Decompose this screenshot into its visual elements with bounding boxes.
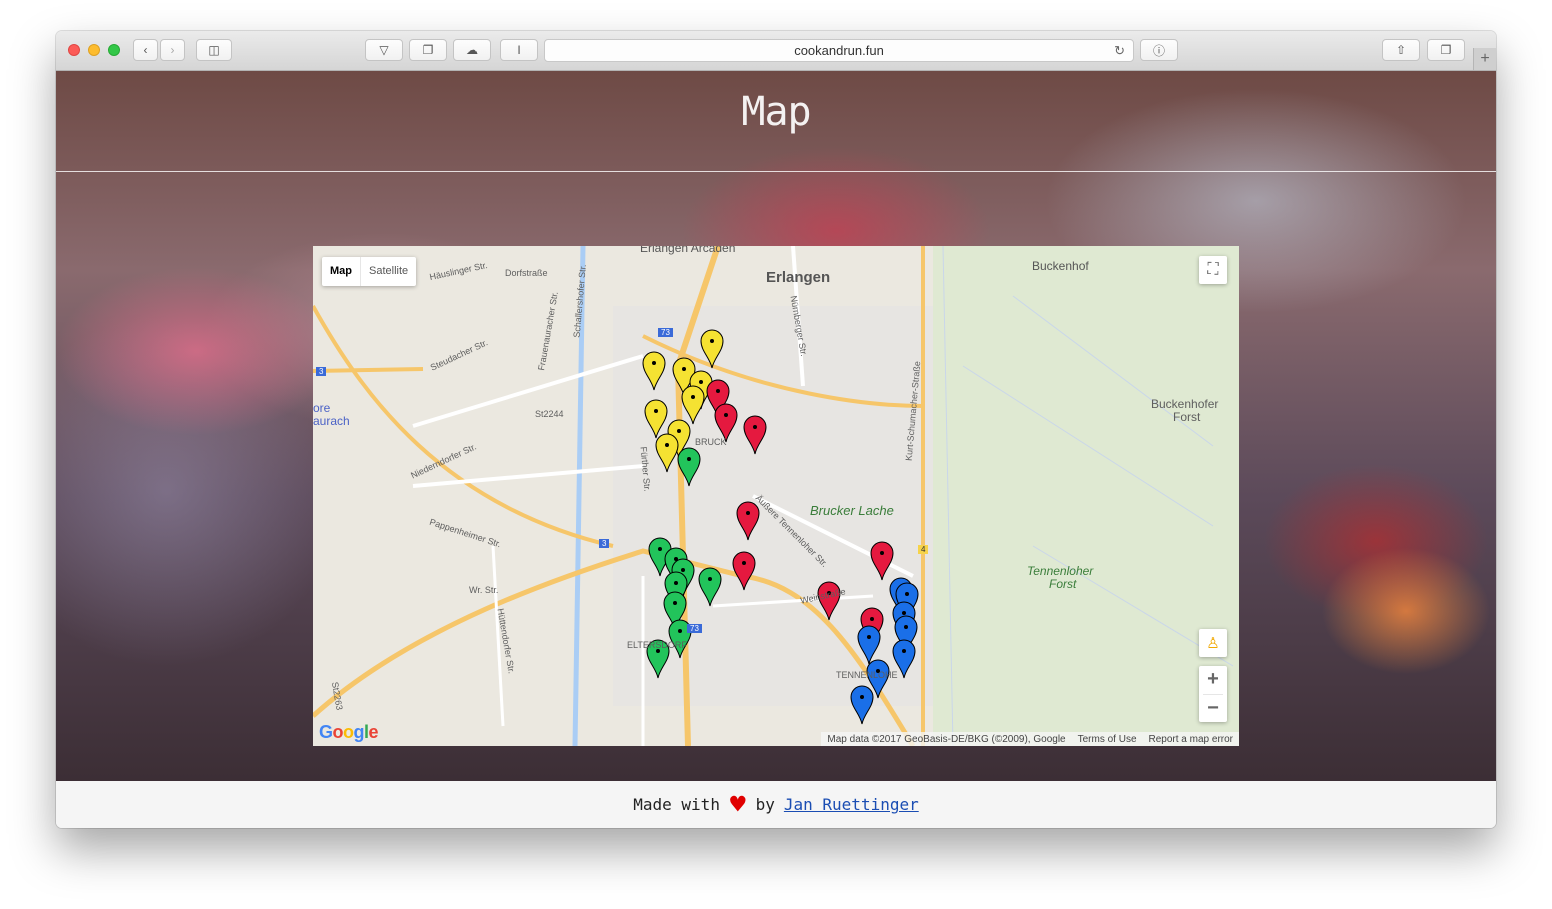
map-label-brucker-lache: Brucker Lache (810, 503, 894, 518)
map-label-a3-center: 3 (599, 539, 610, 548)
plus-icon: + (1207, 668, 1219, 691)
map-type-satellite-button[interactable]: Satellite (361, 257, 416, 286)
minimize-window-button[interactable] (88, 44, 100, 56)
address-bar[interactable]: cookandrun.fun ↻ (544, 39, 1134, 62)
map-label-buckenhofer: Buckenhofer (1151, 397, 1219, 411)
map-label-tennenlohe: TENNENLOHE (836, 670, 898, 680)
map-label-buckenhof: Buckenhof (1032, 259, 1089, 273)
map-attribution: Map data ©2017 GeoBasis-DE/BKG (©2009), … (821, 732, 1239, 746)
fullscreen-button[interactable]: ⛶ (1199, 256, 1227, 284)
map-label-eltersdorf: ELTERSDORF (627, 640, 687, 650)
share-button[interactable]: ⇧ (1382, 39, 1420, 61)
map-label-aurach-2: aurach (313, 414, 350, 428)
map-label-tennenloher: Tennenloher (1027, 564, 1094, 578)
show-tabs-button[interactable]: ❐ (1427, 39, 1465, 61)
map-label-dorfstrasse: Dorfstraße (505, 268, 548, 278)
info-icon: ⓘ (1152, 43, 1165, 58)
map-label-wr-str: Wr. Str. (469, 585, 499, 595)
fullscreen-icon: ⛶ (1207, 261, 1219, 278)
map-label-st2244: St2244 (535, 409, 564, 419)
back-button[interactable]: ‹ (133, 39, 158, 61)
map-label-erlangen-arcaden: Erlangen Arcaden (640, 246, 736, 255)
pocket-icon: ▽ (379, 43, 389, 57)
map-label-a73-south: 73 (687, 624, 702, 633)
minus-icon: − (1207, 696, 1219, 719)
url-text: cookandrun.fun (794, 43, 884, 58)
map-label-b4: 4 (918, 545, 929, 554)
map-label-bruck: BRUCK (695, 437, 727, 447)
map-marker-blue[interactable] (850, 685, 874, 725)
map-label-erlangen: Erlangen (766, 269, 831, 286)
map-widget[interactable]: Erlangen Erlangen Arcaden Buckenhof Buck… (313, 246, 1239, 746)
street-view-button[interactable]: ♙ (1199, 629, 1227, 657)
info-button[interactable]: ⓘ (1140, 39, 1178, 61)
tab-overview-icon: ❐ (1440, 43, 1452, 57)
pegman-icon: ♙ (1206, 635, 1220, 652)
map-label-a73-north: 73 (658, 328, 673, 337)
forward-button[interactable]: › (160, 39, 185, 61)
zoom-control: + − (1199, 666, 1227, 722)
pocket-button[interactable]: ▽ (365, 39, 403, 61)
map-label-a3-west: 3 (316, 367, 327, 376)
close-window-button[interactable] (68, 44, 80, 56)
zoom-out-button[interactable]: − (1199, 695, 1227, 723)
map-label-buckenhofer-forst: Forst (1173, 410, 1201, 424)
terms-link[interactable]: Terms of Use (1072, 734, 1143, 745)
share-icon: ⇧ (1395, 43, 1407, 57)
browser-window: ‹ › ◫ ▽ ❐ ☁ I cookandrun.fun ↻ ⓘ ⇧ ❐ + M… (56, 31, 1496, 828)
text-cursor-button[interactable]: I (500, 39, 538, 61)
cloud-icon: ☁ (466, 43, 478, 57)
google-logo: Google (319, 722, 379, 742)
cloud-button[interactable]: ☁ (453, 39, 491, 61)
new-tab-button[interactable]: + (1473, 48, 1496, 70)
tabs-icon: ❐ (422, 43, 434, 57)
report-map-error-link[interactable]: Report a map error (1143, 734, 1239, 745)
sidebar-icon: ◫ (208, 43, 220, 57)
map-label-aurach-1: ore (313, 401, 331, 415)
chevron-right-icon: › (170, 43, 175, 57)
heart-icon: ♥ (729, 789, 746, 820)
hero-section: Map Erlangen Erlangen Arcaden Buckenhof … (56, 71, 1496, 781)
page-title: Map (741, 89, 811, 135)
tabs-button[interactable]: ❐ (409, 39, 447, 61)
map-label-tennenloher-forst: Forst (1049, 577, 1077, 591)
footer-made-with: Made with (633, 795, 720, 814)
zoom-in-button[interactable]: + (1199, 666, 1227, 694)
text-cursor-icon: I (517, 43, 521, 57)
map-base (313, 246, 1239, 746)
plus-icon: + (1480, 50, 1490, 67)
author-link[interactable]: Jan Ruettinger (784, 795, 919, 814)
footer: Made with ♥ by Jan Ruettinger (56, 781, 1496, 828)
reload-icon[interactable]: ↻ (1114, 43, 1125, 59)
map-type-map-button[interactable]: Map (322, 257, 361, 286)
title-divider (56, 171, 1496, 172)
map-data-text: Map data ©2017 GeoBasis-DE/BKG (©2009), … (827, 733, 1066, 745)
chevron-left-icon: ‹ (143, 43, 148, 57)
sidebar-button[interactable]: ◫ (196, 39, 232, 61)
browser-toolbar: ‹ › ◫ ▽ ❐ ☁ I cookandrun.fun ↻ ⓘ ⇧ ❐ + (56, 31, 1496, 71)
map-type-control: Map Satellite (322, 257, 417, 286)
zoom-window-button[interactable] (108, 44, 120, 56)
footer-by: by (755, 795, 775, 814)
